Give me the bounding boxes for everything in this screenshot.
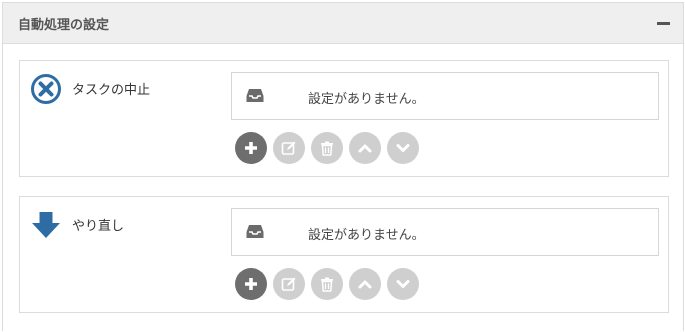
- edit-button[interactable]: [273, 268, 305, 300]
- move-up-button[interactable]: [349, 132, 381, 164]
- action-block-task-cancel: タスクの中止 設定がありません。: [19, 60, 669, 177]
- trash-icon: [321, 277, 333, 292]
- edit-icon: [281, 141, 296, 155]
- x-circle-icon: [31, 74, 61, 104]
- action-label: タスクの中止: [72, 83, 151, 98]
- plus-icon: [245, 142, 257, 154]
- action-label: やり直し: [72, 219, 125, 234]
- edit-button[interactable]: [273, 132, 305, 164]
- panel-title: 自動処理の設定: [18, 18, 110, 33]
- settings-list: 設定がありません。: [231, 208, 659, 256]
- plus-icon: [245, 278, 257, 290]
- add-button[interactable]: [235, 268, 267, 300]
- collapse-icon[interactable]: [657, 22, 670, 25]
- trash-icon: [321, 141, 333, 156]
- move-down-button[interactable]: [387, 132, 419, 164]
- move-down-button[interactable]: [387, 268, 419, 300]
- auto-processing-panel: 自動処理の設定 タスクの中止 設定がありません。 やり直し 設定がありません。: [2, 2, 684, 331]
- inbox-icon: [246, 225, 264, 238]
- action-block-retry: やり直し 設定がありません。: [19, 196, 669, 313]
- settings-list: 設定がありません。: [231, 72, 659, 120]
- delete-button[interactable]: [311, 132, 343, 164]
- button-row: [235, 268, 419, 300]
- panel-header: 自動処理の設定: [3, 3, 683, 44]
- chevron-up-icon: [358, 280, 372, 289]
- add-button[interactable]: [235, 132, 267, 164]
- empty-message: 設定がありません。: [308, 92, 425, 107]
- arrow-down-icon: [32, 212, 60, 238]
- chevron-up-icon: [358, 144, 372, 153]
- move-up-button[interactable]: [349, 268, 381, 300]
- chevron-down-icon: [396, 280, 410, 288]
- delete-button[interactable]: [311, 268, 343, 300]
- inbox-icon: [246, 89, 264, 102]
- edit-icon: [281, 277, 296, 291]
- chevron-down-icon: [396, 144, 410, 152]
- empty-message: 設定がありません。: [308, 228, 425, 243]
- button-row: [235, 132, 419, 164]
